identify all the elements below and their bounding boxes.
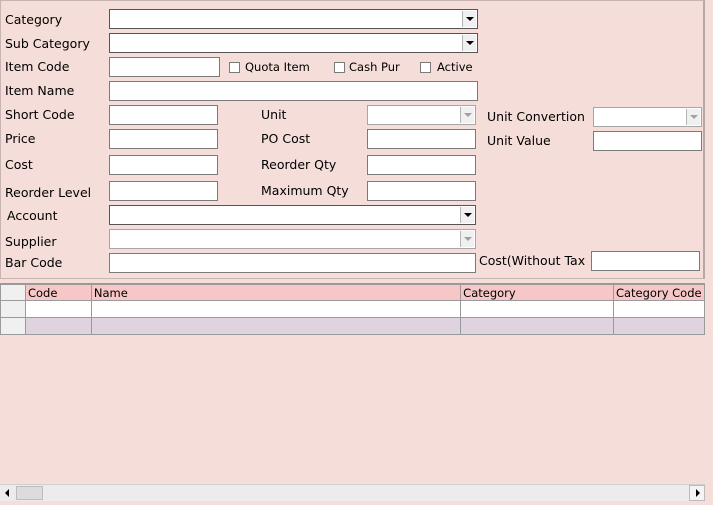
- supplier-dropdown[interactable]: [109, 229, 476, 249]
- reorder-level-label: Reorder Level: [5, 185, 92, 200]
- short-code-label: Short Code: [5, 107, 75, 122]
- table-row[interactable]: [0, 317, 706, 335]
- sub-category-label: Sub Category: [5, 36, 90, 51]
- price-label: Price: [5, 131, 36, 146]
- supplier-label: Supplier: [5, 234, 57, 249]
- reorder-level-input[interactable]: [109, 181, 218, 201]
- active-checkbox[interactable]: [420, 62, 431, 73]
- row-header[interactable]: [0, 317, 26, 335]
- items-grid[interactable]: Code Name Category Category Code: [0, 283, 706, 485]
- scroll-thumb[interactable]: [16, 486, 43, 500]
- unit-convertion-label: Unit Convertion: [487, 109, 585, 124]
- category-dropdown[interactable]: [109, 9, 478, 29]
- cash-pur-label: Cash Pur: [349, 60, 400, 74]
- active-label: Active: [437, 60, 473, 74]
- item-code-label: Item Code: [5, 59, 70, 74]
- horizontal-scrollbar[interactable]: [0, 484, 705, 501]
- cash-pur-checkbox[interactable]: [334, 62, 345, 73]
- column-header-name[interactable]: Name: [90, 284, 462, 301]
- quota-item-checkbox[interactable]: [229, 62, 240, 73]
- cell[interactable]: [24, 317, 92, 335]
- column-header-code[interactable]: Code: [24, 284, 92, 301]
- account-label: Account: [7, 208, 58, 223]
- cell[interactable]: [460, 317, 614, 335]
- header-row: Code Name Category Category Code: [0, 284, 706, 301]
- chevron-down-icon[interactable]: [460, 231, 474, 247]
- unit-label: Unit: [261, 107, 287, 122]
- sub-category-dropdown[interactable]: [109, 33, 478, 53]
- row-header[interactable]: [0, 300, 26, 318]
- item-name-input[interactable]: [109, 81, 478, 101]
- column-header-category[interactable]: Category: [460, 284, 614, 301]
- cost-without-tax-label: Cost(Without Tax: [479, 253, 586, 268]
- price-input[interactable]: [109, 129, 218, 149]
- chevron-down-icon[interactable]: [686, 109, 700, 125]
- cost-label: Cost: [5, 157, 33, 172]
- scroll-right-icon[interactable]: [689, 485, 705, 501]
- table-row[interactable]: [0, 300, 706, 318]
- cell[interactable]: [612, 317, 706, 335]
- item-form-panel: Category Sub Category Item Code Quota It…: [0, 0, 705, 279]
- cost-input[interactable]: [109, 155, 218, 175]
- reorder-qty-label: Reorder Qty: [261, 157, 337, 172]
- cost-without-tax-input[interactable]: [591, 251, 700, 271]
- cell[interactable]: [24, 300, 92, 318]
- maximum-qty-input[interactable]: [367, 181, 476, 201]
- cell[interactable]: [460, 300, 614, 318]
- item-name-label: Item Name: [5, 83, 75, 98]
- bar-code-label: Bar Code: [5, 255, 63, 270]
- chevron-down-icon[interactable]: [460, 107, 474, 123]
- reorder-qty-input[interactable]: [367, 155, 476, 175]
- account-dropdown[interactable]: [109, 205, 476, 225]
- cell[interactable]: [612, 300, 706, 318]
- short-code-input[interactable]: [109, 105, 218, 125]
- cell[interactable]: [90, 317, 462, 335]
- bar-code-input[interactable]: [109, 253, 476, 273]
- category-label: Category: [5, 12, 63, 27]
- column-header-category-code[interactable]: Category Code: [612, 284, 706, 301]
- row-header-corner[interactable]: [0, 284, 26, 301]
- po-cost-label: PO Cost: [261, 131, 311, 146]
- chevron-down-icon[interactable]: [460, 207, 474, 223]
- unit-value-label: Unit Value: [487, 133, 551, 148]
- items-table: Code Name Category Category Code: [0, 284, 706, 335]
- scroll-left-icon[interactable]: [0, 485, 16, 501]
- unit-value-input[interactable]: [593, 131, 702, 151]
- unit-convertion-dropdown[interactable]: [593, 107, 702, 127]
- quota-item-label: Quota Item: [245, 60, 310, 74]
- po-cost-input[interactable]: [367, 129, 476, 149]
- item-code-input[interactable]: [109, 57, 220, 77]
- cell[interactable]: [90, 300, 462, 318]
- chevron-down-icon[interactable]: [462, 35, 476, 51]
- chevron-down-icon[interactable]: [462, 11, 476, 27]
- unit-dropdown[interactable]: [367, 105, 476, 125]
- maximum-qty-label: Maximum Qty: [261, 183, 349, 198]
